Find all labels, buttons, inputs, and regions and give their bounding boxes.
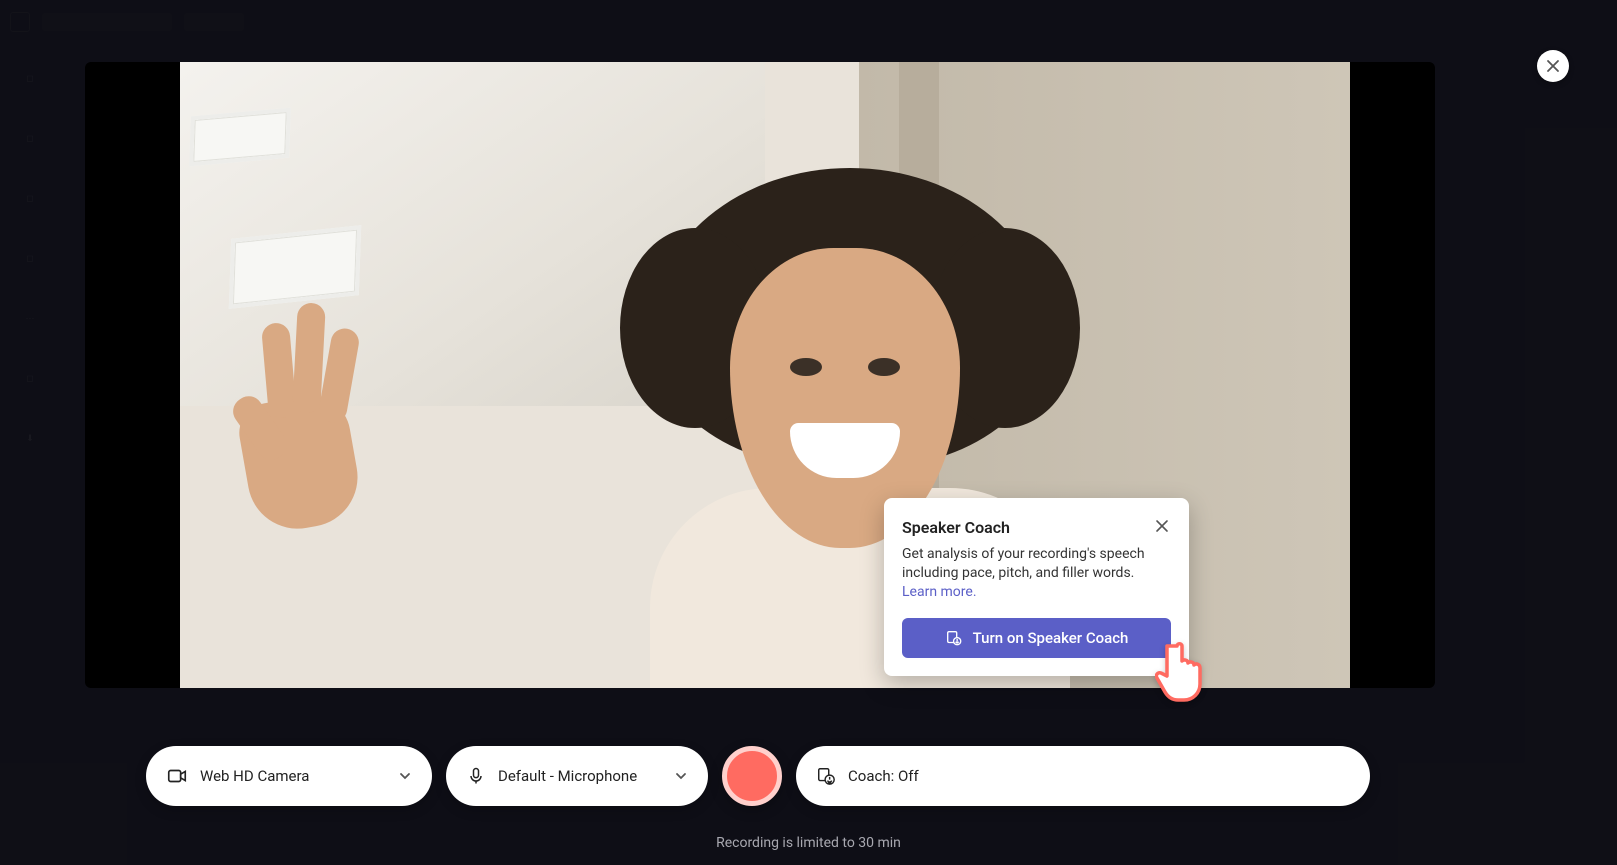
speaker-coach-popup: Speaker Coach Get analysis of your recor… — [884, 498, 1189, 676]
popup-button-label: Turn on Speaker Coach — [973, 629, 1129, 647]
coach-toggle[interactable]: Coach: Off — [796, 746, 1370, 806]
camera-select-label: Web HD Camera — [200, 767, 309, 785]
recording-modal: Speaker Coach Get analysis of your recor… — [85, 62, 1435, 688]
speaker-coach-icon — [816, 766, 836, 786]
camera-icon — [166, 765, 188, 787]
popup-learn-more-link[interactable]: Learn more. — [902, 584, 977, 600]
recording-limit-text: Recording is limited to 30 min — [0, 835, 1617, 851]
speaker-coach-icon — [945, 629, 963, 647]
chevron-down-icon — [674, 769, 688, 783]
turn-on-speaker-coach-button[interactable]: Turn on Speaker Coach — [902, 618, 1171, 658]
close-icon — [1155, 519, 1169, 533]
camera-select[interactable]: Web HD Camera — [146, 746, 432, 806]
microphone-icon — [466, 766, 486, 786]
microphone-select[interactable]: Default - Microphone — [446, 746, 708, 806]
close-modal-button[interactable] — [1537, 50, 1569, 82]
microphone-select-label: Default - Microphone — [498, 767, 637, 785]
record-button[interactable] — [722, 746, 782, 806]
popup-close-button[interactable] — [1153, 516, 1171, 539]
popup-title: Speaker Coach — [902, 518, 1010, 537]
close-icon — [1546, 59, 1560, 73]
popup-body-text: Get analysis of your recording's speech … — [902, 546, 1145, 581]
scene-hand — [195, 318, 375, 568]
coach-toggle-label: Coach: Off — [848, 767, 919, 785]
recording-toolbar: Web HD Camera Default - Microphone Coach… — [146, 746, 1370, 806]
chevron-down-icon — [398, 769, 412, 783]
